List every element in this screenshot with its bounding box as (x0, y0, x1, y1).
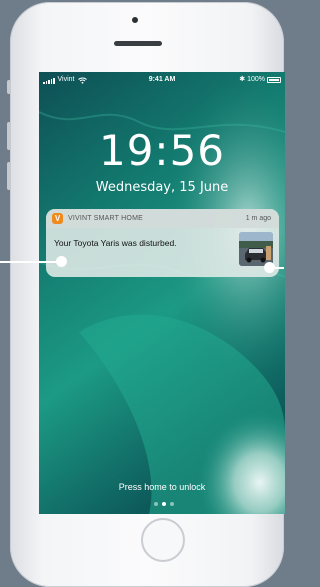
iphone-frame: Vivint 9:41 AM ✱ 100% 19:56 Wednesday, 1… (7, 2, 285, 587)
volume-up-button (7, 122, 11, 150)
page-dot (154, 502, 158, 506)
notification-time: 1 m ago (245, 215, 271, 222)
notification-card[interactable]: V VIVINT SMART HOME 1 m ago Your Toyota … (46, 209, 279, 277)
lock-screen[interactable]: Vivint 9:41 AM ✱ 100% 19:56 Wednesday, 1… (39, 72, 285, 514)
front-camera (132, 17, 138, 23)
notification-message: Your Toyota Yaris was disturbed. (54, 238, 177, 248)
page-dot-active (162, 502, 166, 506)
callout-dot-left (56, 256, 67, 267)
home-button[interactable] (141, 518, 185, 562)
camera-thumbnail[interactable] (239, 232, 273, 266)
status-bar: Vivint 9:41 AM ✱ 100% (39, 72, 285, 88)
car-photo-icon (239, 232, 273, 266)
page-dot (170, 502, 174, 506)
notification-header: V VIVINT SMART HOME 1 m ago (46, 209, 279, 228)
lock-clock: 19:56 (98, 126, 226, 175)
earpiece-speaker (114, 41, 162, 46)
callout-dot-right (264, 262, 275, 273)
vivint-app-icon: V (52, 213, 63, 224)
battery-icon (267, 77, 281, 83)
unlock-hint: Press home to unlock (118, 482, 206, 492)
page-indicator (154, 502, 174, 506)
mute-switch (7, 80, 11, 94)
battery-percent: 100% (247, 76, 265, 83)
bluetooth-icon: ✱ (239, 76, 246, 83)
notification-app-name: VIVINT SMART HOME (68, 215, 143, 222)
callout-line-left (0, 261, 62, 263)
lock-date: Wednesday, 15 June (95, 180, 229, 195)
volume-down-button (7, 162, 11, 190)
